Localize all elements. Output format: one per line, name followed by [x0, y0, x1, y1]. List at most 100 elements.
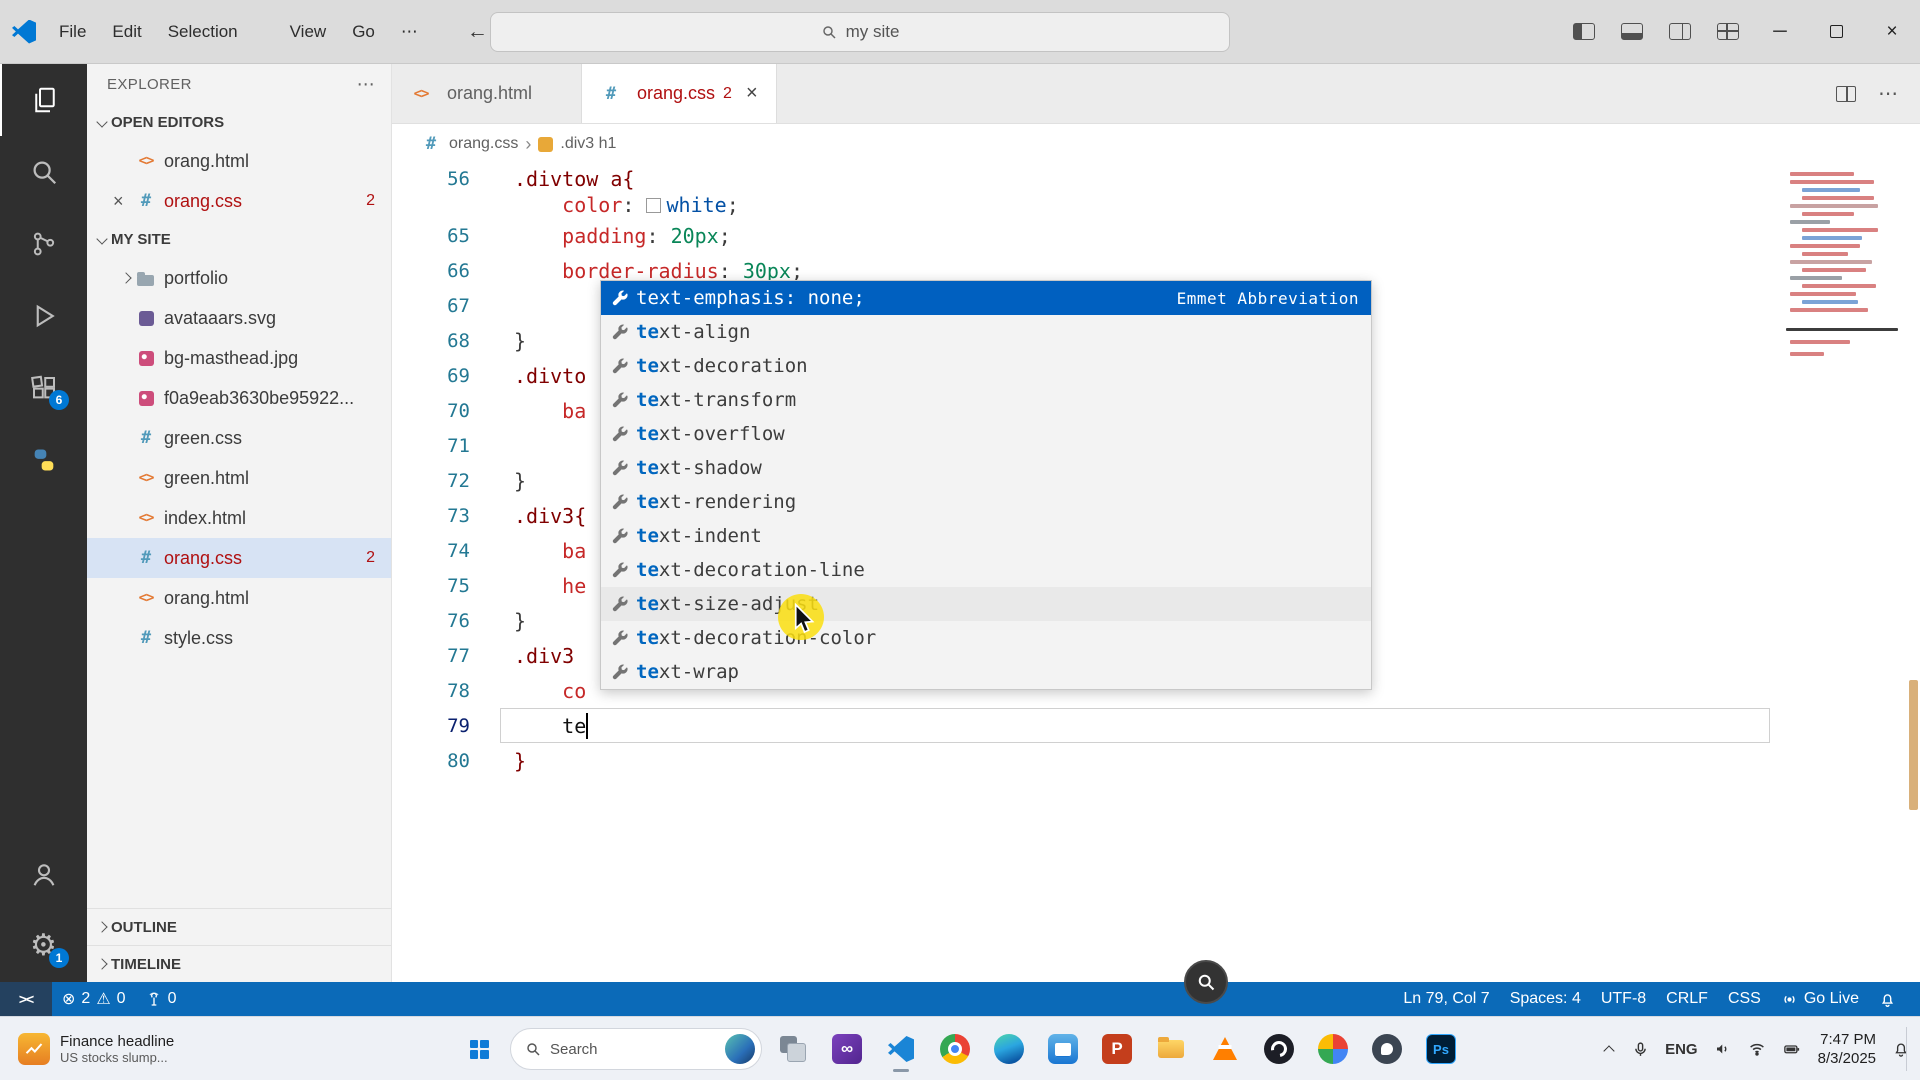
hidden-icons-chevron[interactable]	[1602, 1042, 1616, 1056]
suggest-item[interactable]: text-rendering	[601, 485, 1371, 519]
indentation[interactable]: Spaces: 4	[1500, 982, 1591, 1016]
suggest-item[interactable]: text-align	[601, 315, 1371, 349]
file-item-green-css[interactable]: green.css	[87, 418, 391, 458]
breadcrumb-file[interactable]: orang.css	[449, 135, 518, 153]
file-item-orang-html[interactable]: orang.html	[87, 578, 391, 618]
microphone-icon[interactable]	[1632, 1041, 1649, 1058]
breadcrumb-symbol[interactable]: .div3 h1	[560, 135, 616, 153]
code-line[interactable]: 65 padding: 20px;	[392, 218, 1920, 253]
problems-status[interactable]: ⊗ 2 ⚠ 0	[52, 982, 136, 1016]
code-editor[interactable]: 56 .divtow a{ color: white; 65 padding: 20…	[392, 164, 1920, 982]
account-icon[interactable]	[0, 838, 87, 910]
suggest-item[interactable]: text-decoration	[601, 349, 1371, 383]
source-control-icon[interactable]	[0, 208, 87, 280]
eol-sequence[interactable]: CRLF	[1656, 982, 1718, 1016]
tab-orang-css[interactable]: orang.css 2 ×	[582, 64, 777, 123]
suggest-item[interactable]: text-overflow	[601, 417, 1371, 451]
taskbar-app-task-view[interactable]	[770, 1024, 816, 1074]
settings-gear-icon[interactable]: ⚙ 1	[0, 910, 87, 982]
file-item-f0a9eab3630be95922-[interactable]: f0a9eab3630be95922...	[87, 378, 391, 418]
language-indicator[interactable]: ENG	[1665, 1041, 1698, 1058]
extensions-icon[interactable]: 6	[0, 352, 87, 424]
file-item-portfolio[interactable]: portfolio	[87, 258, 391, 298]
taskbar-app-chrome[interactable]	[932, 1024, 978, 1074]
taskbar-app-vscode[interactable]	[878, 1024, 924, 1074]
menu-view[interactable]: View	[277, 15, 340, 49]
search-highlight-icon[interactable]	[725, 1034, 755, 1064]
clock[interactable]: 7:47 PM 8/3/2025	[1818, 1030, 1876, 1069]
file-item-avataaars-svg[interactable]: avataaars.svg	[87, 298, 391, 338]
menu-file[interactable]: File	[46, 15, 99, 49]
taskbar-app-vlc[interactable]	[1202, 1024, 1248, 1074]
remote-indicator[interactable]	[0, 982, 52, 1016]
section-outline[interactable]: OUTLINE	[87, 908, 391, 945]
open-editor-orang-css[interactable]: × orang.css 2	[87, 181, 391, 221]
widgets-button[interactable]: Finance headline US stocks slump...	[10, 1017, 182, 1080]
cursor-position[interactable]: Ln 79, Col 7	[1393, 982, 1499, 1016]
taskbar-app-photoshop[interactable]	[1418, 1024, 1464, 1074]
start-button[interactable]	[456, 1026, 502, 1072]
minimize-button[interactable]: ─	[1752, 0, 1808, 64]
taskbar-app-google-photos[interactable]	[1310, 1024, 1356, 1074]
code-line[interactable]: 79 te	[392, 708, 1920, 743]
menu-view[interactable]	[251, 25, 277, 39]
suggest-item[interactable]: text-wrap	[601, 655, 1371, 689]
suggest-item[interactable]: text-transform	[601, 383, 1371, 417]
toggle-secondary-sidebar-icon[interactable]	[1669, 23, 1691, 40]
section-timeline[interactable]: TIMELINE	[87, 945, 391, 982]
notifications-bell-icon[interactable]	[1869, 982, 1906, 1016]
code-line[interactable]: 80}	[392, 743, 1920, 778]
menu-more[interactable]: ⋯	[388, 15, 431, 49]
explorer-actions-icon[interactable]: ⋯	[357, 74, 375, 95]
menu-go[interactable]: Go	[339, 15, 388, 49]
back-arrow-icon[interactable]: ←	[467, 20, 488, 44]
suggest-item[interactable]: text-decoration-color	[601, 621, 1371, 655]
menu-edit[interactable]: Edit	[99, 15, 154, 49]
taskbar-app-obs-studio[interactable]	[1256, 1024, 1302, 1074]
suggest-item[interactable]: text-decoration-line	[601, 553, 1371, 587]
code-line[interactable]: 56 .divtow a{	[392, 166, 1920, 192]
file-item-style-css[interactable]: style.css	[87, 618, 391, 658]
suggest-item[interactable]: text-emphasis: none; Emmet Abbreviation	[601, 281, 1371, 315]
code-line[interactable]: color: white;	[392, 192, 1920, 218]
close-window-button[interactable]: ×	[1864, 0, 1920, 64]
toggle-sidebar-icon[interactable]	[1573, 23, 1595, 40]
explorer-icon[interactable]	[0, 64, 87, 136]
encoding[interactable]: UTF-8	[1591, 982, 1656, 1016]
suggest-item[interactable]: text-indent	[601, 519, 1371, 553]
maximize-button[interactable]	[1808, 0, 1864, 64]
taskbar-app-file-explorer[interactable]	[1148, 1024, 1194, 1074]
taskbar-app-microsoft-store[interactable]	[1040, 1024, 1086, 1074]
section-my-site[interactable]: MY SITE	[87, 221, 391, 258]
volume-icon[interactable]	[1714, 1040, 1732, 1058]
menu-selection[interactable]: Selection	[155, 15, 251, 49]
open-editor-orang-html[interactable]: orang.html	[87, 141, 391, 181]
python-icon[interactable]	[0, 424, 87, 496]
minimap[interactable]	[1786, 164, 1904, 982]
ports-status[interactable]: 0	[136, 982, 187, 1016]
taskbar-app-edge[interactable]	[986, 1024, 1032, 1074]
taskbar-app-powerpoint[interactable]	[1094, 1024, 1140, 1074]
wifi-icon[interactable]	[1748, 1040, 1766, 1058]
battery-icon[interactable]	[1782, 1040, 1802, 1058]
close-tab-icon[interactable]: ×	[746, 82, 758, 105]
zoom-overlay-icon[interactable]	[1184, 960, 1228, 1004]
file-item-green-html[interactable]: green.html	[87, 458, 391, 498]
suggest-item[interactable]: text-shadow	[601, 451, 1371, 485]
language-mode[interactable]: CSS	[1718, 982, 1771, 1016]
section-open-editors[interactable]: OPEN EDITORS	[87, 104, 391, 141]
file-item-index-html[interactable]: index.html	[87, 498, 391, 538]
taskbar-app-visual-studio[interactable]	[824, 1024, 870, 1074]
scrollbar-decoration[interactable]	[1909, 680, 1918, 810]
show-desktop-button[interactable]	[1906, 1027, 1910, 1071]
file-item-orang-css[interactable]: orang.css 2	[87, 538, 391, 578]
customize-layout-icon[interactable]	[1717, 23, 1739, 40]
split-editor-icon[interactable]	[1836, 85, 1856, 102]
file-item-bg-masthead-jpg[interactable]: bg-masthead.jpg	[87, 338, 391, 378]
run-debug-icon[interactable]	[0, 280, 87, 352]
suggest-item[interactable]: text-size-adjust	[601, 587, 1371, 621]
editor-more-actions-icon[interactable]: ⋯	[1878, 81, 1898, 106]
close-editor-icon[interactable]: ×	[113, 191, 135, 212]
search-icon[interactable]	[0, 136, 87, 208]
toggle-panel-icon[interactable]	[1621, 23, 1643, 40]
